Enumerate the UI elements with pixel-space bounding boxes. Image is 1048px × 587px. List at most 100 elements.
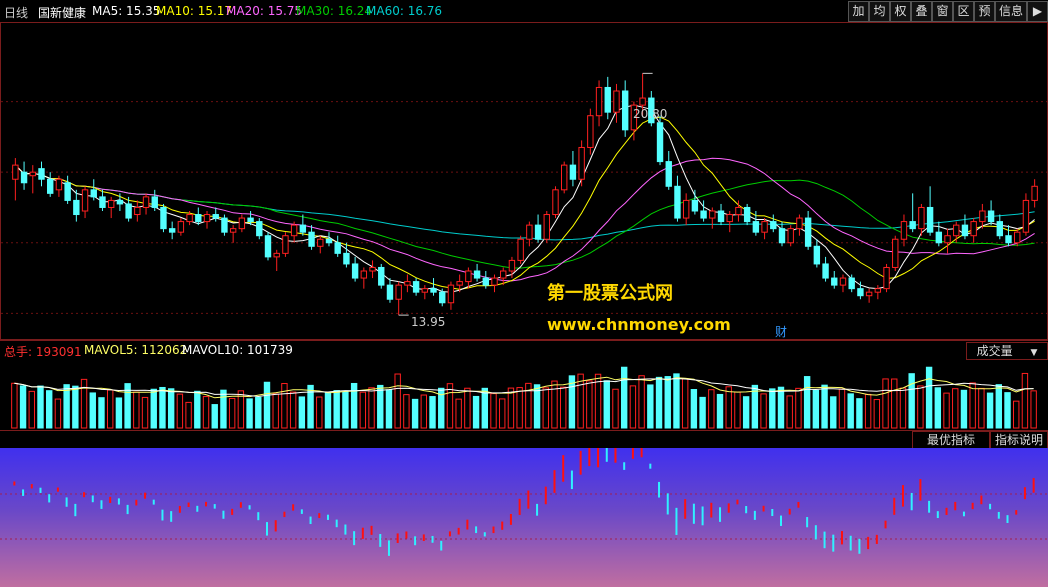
- candle[interactable]: [953, 221, 960, 243]
- candle[interactable]: [787, 225, 794, 247]
- volume-selector[interactable]: 成交量 ▼: [966, 342, 1048, 360]
- candle[interactable]: [317, 235, 324, 254]
- candle[interactable]: [682, 193, 690, 226]
- candle[interactable]: [595, 80, 603, 127]
- candle[interactable]: [395, 281, 402, 316]
- candle[interactable]: [81, 186, 89, 219]
- candle[interactable]: [369, 260, 376, 279]
- candle[interactable]: [770, 214, 777, 233]
- candle[interactable]: [796, 214, 803, 236]
- candle[interactable]: [909, 193, 916, 233]
- candle[interactable]: [604, 76, 611, 120]
- candle[interactable]: [334, 235, 341, 257]
- candle[interactable]: [587, 108, 594, 155]
- candle[interactable]: [160, 203, 167, 233]
- candle[interactable]: [831, 271, 838, 289]
- candle[interactable]: [996, 214, 1003, 240]
- candle[interactable]: [404, 274, 411, 293]
- candle[interactable]: [621, 80, 629, 137]
- candle[interactable]: [473, 263, 481, 282]
- candle[interactable]: [47, 172, 54, 197]
- candle[interactable]: [151, 189, 158, 211]
- candle[interactable]: [134, 200, 141, 222]
- candle[interactable]: [421, 285, 429, 300]
- candle[interactable]: [892, 235, 899, 271]
- candle[interactable]: [90, 179, 97, 201]
- candle[interactable]: [73, 189, 80, 222]
- indicator-panel[interactable]: [0, 448, 1048, 587]
- candle[interactable]: [1022, 193, 1030, 236]
- candle[interactable]: [543, 211, 550, 243]
- candle[interactable]: [534, 214, 542, 243]
- best-indicator-tab[interactable]: 最优指标: [912, 431, 990, 449]
- candle[interactable]: [282, 232, 289, 257]
- toolbar-average-button[interactable]: 均: [869, 1, 890, 22]
- candle[interactable]: [804, 211, 812, 250]
- finance-badge[interactable]: 财: [775, 323, 787, 340]
- candle[interactable]: [386, 278, 394, 303]
- candle[interactable]: [865, 288, 873, 303]
- toolbar-info-button[interactable]: 信息: [995, 1, 1027, 22]
- candle[interactable]: [20, 161, 28, 190]
- candle[interactable]: [961, 214, 969, 240]
- volume-panel[interactable]: [0, 360, 1048, 430]
- candle[interactable]: [491, 274, 498, 293]
- candle[interactable]: [674, 175, 681, 222]
- candle[interactable]: [264, 232, 272, 261]
- candle[interactable]: [517, 235, 524, 264]
- candle[interactable]: [38, 161, 45, 187]
- candle[interactable]: [813, 239, 821, 268]
- candle[interactable]: [761, 218, 768, 240]
- toolbar-add-button[interactable]: 加: [848, 1, 869, 22]
- candle[interactable]: [325, 232, 333, 247]
- candle[interactable]: [552, 186, 559, 219]
- candle[interactable]: [726, 211, 733, 233]
- candle[interactable]: [900, 214, 908, 247]
- candle[interactable]: [561, 161, 568, 194]
- candle[interactable]: [168, 221, 176, 240]
- candle[interactable]: [221, 214, 228, 236]
- candle[interactable]: [142, 193, 150, 215]
- price-panel[interactable]: 20.80 13.95 第一股票公式网 www.chnmoney.com 财: [0, 22, 1048, 340]
- candle[interactable]: [343, 242, 350, 268]
- candle[interactable]: [1031, 179, 1038, 208]
- candle[interactable]: [743, 203, 751, 226]
- indicator-explain-tab[interactable]: 指标说明: [990, 431, 1048, 449]
- toolbar-overlay-button[interactable]: 叠: [911, 1, 932, 22]
- candle[interactable]: [360, 267, 368, 289]
- toolbar-expand-button[interactable]: ▶: [1027, 1, 1048, 22]
- candle[interactable]: [709, 207, 716, 229]
- candle[interactable]: [656, 115, 664, 166]
- candle[interactable]: [290, 221, 298, 243]
- candle[interactable]: [64, 175, 71, 204]
- candle[interactable]: [839, 274, 847, 293]
- candle[interactable]: [256, 218, 263, 240]
- candle[interactable]: [578, 140, 585, 187]
- candle[interactable]: [944, 228, 951, 254]
- candle[interactable]: [308, 225, 315, 250]
- candle[interactable]: [717, 203, 725, 226]
- candle[interactable]: [447, 281, 455, 310]
- candle[interactable]: [970, 218, 977, 243]
- candle[interactable]: [926, 186, 934, 236]
- candle[interactable]: [229, 225, 237, 243]
- candle[interactable]: [430, 278, 437, 296]
- candle[interactable]: [195, 207, 202, 226]
- toolbar-range-button[interactable]: 区: [953, 1, 974, 22]
- candle[interactable]: [822, 256, 829, 282]
- candle[interactable]: [99, 189, 106, 211]
- candle[interactable]: [778, 221, 786, 247]
- candle[interactable]: [55, 175, 63, 197]
- candle[interactable]: [351, 256, 359, 282]
- candle[interactable]: [177, 218, 185, 236]
- candle[interactable]: [203, 211, 211, 229]
- candle[interactable]: [691, 189, 699, 215]
- toolbar-rights-button[interactable]: 权: [890, 1, 911, 22]
- candle[interactable]: [935, 221, 943, 247]
- toolbar-window-button[interactable]: 窗: [932, 1, 953, 22]
- period-label[interactable]: 日线: [4, 4, 28, 21]
- candle[interactable]: [412, 278, 420, 296]
- candle[interactable]: [874, 285, 882, 300]
- candle[interactable]: [273, 249, 280, 271]
- candle[interactable]: [107, 196, 115, 219]
